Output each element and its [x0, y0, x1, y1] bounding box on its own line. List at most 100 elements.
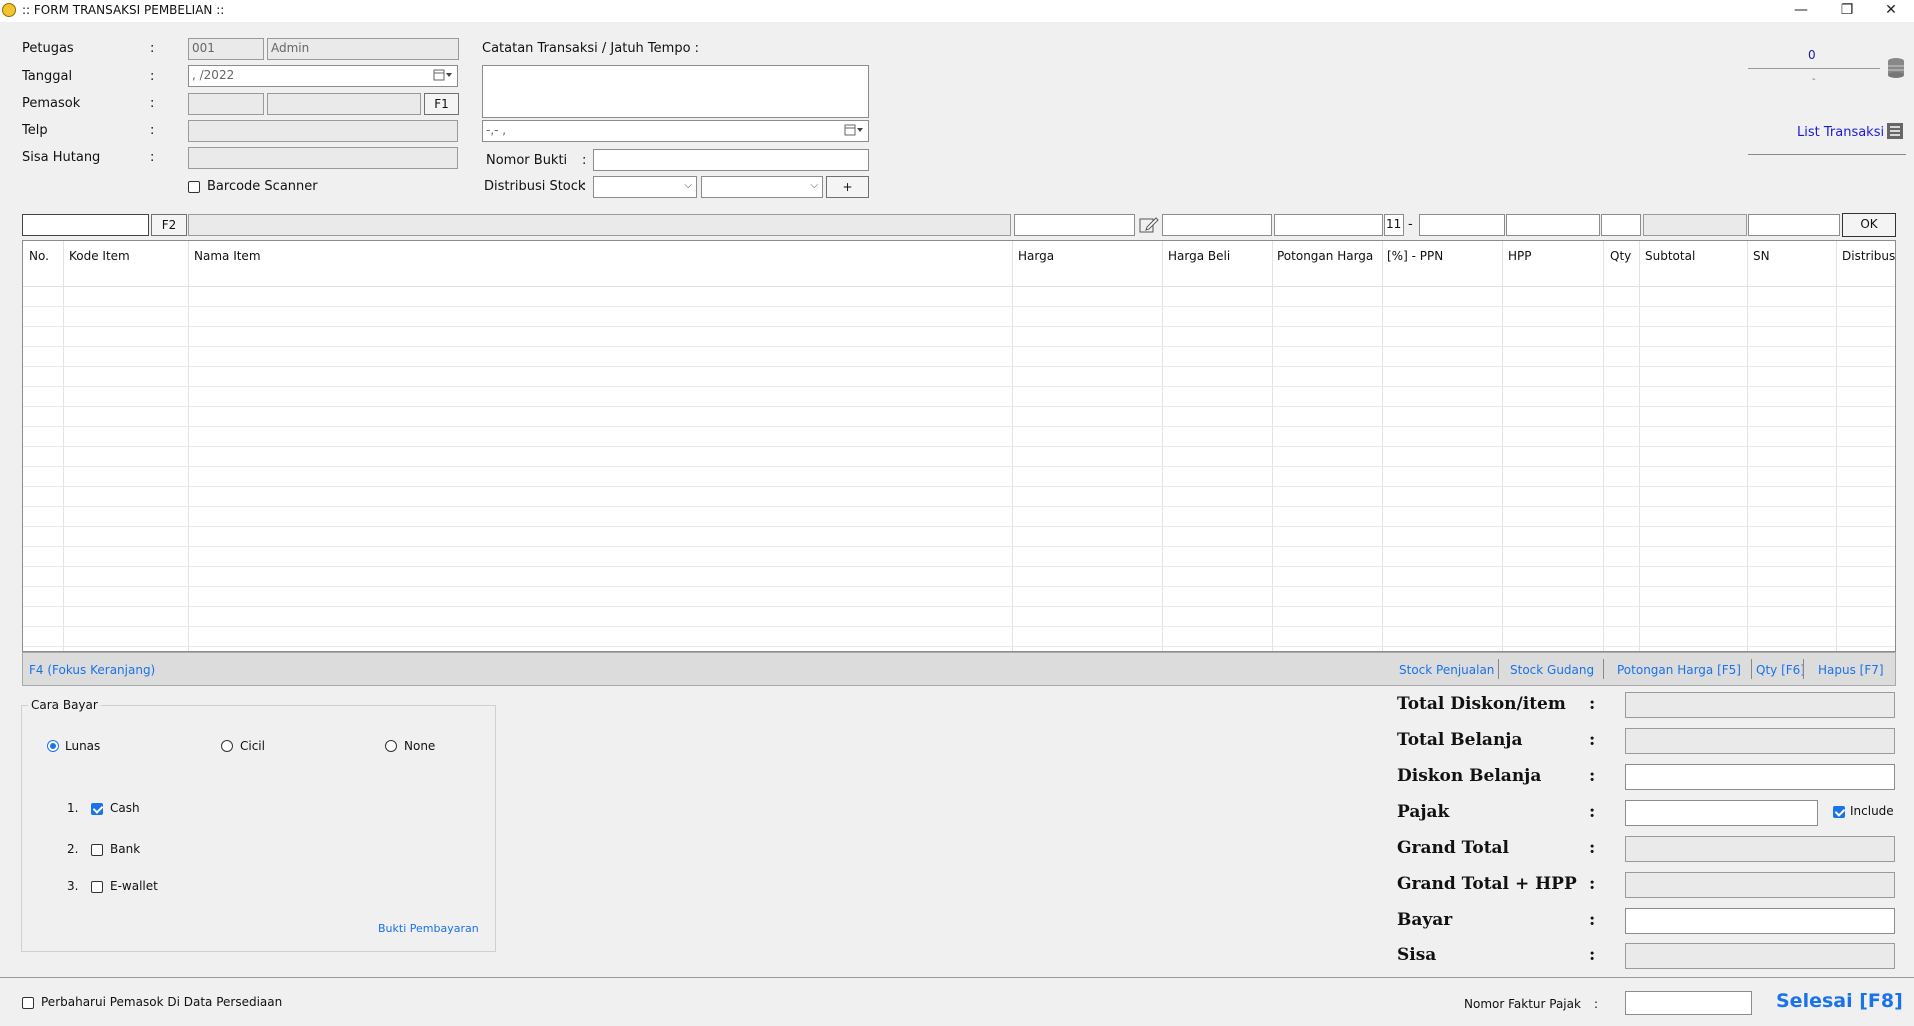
bukti-pembayaran-link[interactable]: Bukti Pembayaran: [378, 922, 479, 935]
restore-button[interactable]: ❐: [1824, 0, 1870, 22]
column-header[interactable]: Harga: [1018, 249, 1054, 263]
cara-bayar-label: Cara Bayar: [28, 698, 101, 712]
divider: [1498, 659, 1499, 679]
none-radio[interactable]: [385, 740, 397, 752]
harga-beli-input[interactable]: [1162, 214, 1272, 236]
faktur-pajak-input[interactable]: [1625, 991, 1752, 1015]
column-header[interactable]: Kode Item: [69, 249, 130, 263]
sisa-label: Sisa: [1397, 945, 1437, 965]
chevron-down-icon: ⌵: [684, 180, 692, 191]
calendar-dropdown-icon[interactable]: [433, 68, 453, 85]
petugas-label: Petugas: [22, 41, 74, 56]
distribusi-select-1[interactable]: ⌵: [593, 176, 697, 198]
ppn-input[interactable]: 11: [1384, 214, 1404, 236]
lunas-radio[interactable]: [47, 740, 59, 752]
barcode-scanner-checkbox[interactable]: [188, 181, 200, 193]
stock-penjualan-link[interactable]: Stock Penjualan: [1399, 663, 1494, 677]
barcode-scanner-label: Barcode Scanner: [207, 179, 318, 194]
grid-line: [23, 506, 1895, 507]
ppn-amount-input[interactable]: [1419, 214, 1505, 236]
close-button[interactable]: ✕: [1868, 0, 1914, 22]
ok-button[interactable]: OK: [1842, 213, 1896, 237]
colon: :: [1589, 874, 1596, 894]
include-label: Include: [1850, 804, 1894, 818]
petugas-name-field: Admin: [267, 38, 459, 60]
column-header[interactable]: Qty: [1610, 249, 1631, 263]
sn-input[interactable]: [1748, 214, 1840, 236]
ewallet-label: E-wallet: [110, 879, 158, 893]
pajak-input[interactable]: [1625, 800, 1818, 826]
catatan-textarea[interactable]: [482, 65, 869, 118]
jatuh-tempo-value: -,- ,: [486, 123, 507, 137]
potongan-input[interactable]: [1274, 214, 1383, 236]
cicil-radio[interactable]: [221, 740, 233, 752]
hpp-input[interactable]: [1506, 214, 1600, 236]
list-icon[interactable]: [1886, 122, 1904, 144]
pemasok-code-field[interactable]: [188, 93, 264, 115]
jatuh-tempo-date-picker[interactable]: -,- ,: [482, 120, 869, 142]
grid-line: [23, 566, 1895, 567]
grid-line: [23, 646, 1895, 647]
items-grid[interactable]: No. Kode Item Nama Item Harga Harga Beli…: [22, 240, 1896, 652]
colon: :: [150, 69, 155, 84]
selesai-button[interactable]: Selesai [F8]: [1776, 990, 1903, 1012]
ewallet-checkbox[interactable]: [91, 881, 103, 893]
kode-item-input[interactable]: [22, 214, 149, 236]
colon: :: [1589, 945, 1596, 965]
column-header[interactable]: Distribus: [1842, 249, 1895, 263]
column-header[interactable]: No.: [29, 249, 49, 263]
total-diskon-label: Total Diskon/item: [1397, 694, 1566, 714]
stock-gudang-link[interactable]: Stock Gudang: [1510, 663, 1594, 677]
grid-line: [23, 306, 1895, 307]
pemasok-label: Pemasok: [22, 96, 81, 111]
minimize-button[interactable]: —: [1778, 0, 1824, 22]
divider: [1751, 659, 1752, 679]
list-transaksi-link[interactable]: List Transaksi: [1797, 125, 1884, 140]
item-lookup-button[interactable]: F2: [151, 214, 187, 236]
include-checkbox[interactable]: [1833, 806, 1845, 818]
column-header[interactable]: [%] - PPN: [1387, 249, 1443, 263]
cash-checkbox[interactable]: [91, 803, 103, 815]
pemasok-lookup-button[interactable]: F1: [424, 93, 459, 115]
diskon-belanja-input[interactable]: [1625, 764, 1895, 790]
calendar-dropdown-icon[interactable]: [844, 123, 864, 140]
grid-footer: F4 (Fokus Keranjang) Stock Penjualan Sto…: [22, 652, 1896, 686]
cicil-label: Cicil: [240, 739, 265, 753]
potongan-harga-link[interactable]: Potongan Harga [F5]: [1617, 663, 1741, 677]
column-header[interactable]: HPP: [1508, 249, 1532, 263]
bayar-input[interactable]: [1625, 908, 1895, 934]
column-header[interactable]: Nama Item: [194, 249, 261, 263]
qty-link[interactable]: Qty [F6]: [1756, 663, 1805, 677]
pemasok-name-field[interactable]: [267, 93, 421, 115]
distribusi-add-button[interactable]: +: [826, 176, 869, 198]
method-number: 3.: [67, 879, 79, 893]
grid-line: [23, 406, 1895, 407]
coins-icon[interactable]: [1886, 56, 1906, 84]
grand-total-hpp-field: [1625, 872, 1895, 898]
qty-input[interactable]: [1601, 214, 1641, 236]
perbaharui-pemasok-checkbox[interactable]: [22, 997, 34, 1009]
grid-line: [23, 546, 1895, 547]
hapus-link[interactable]: Hapus [F7]: [1818, 663, 1884, 677]
column-header[interactable]: Subtotal: [1645, 249, 1695, 263]
grid-line: [23, 446, 1895, 447]
harga-input[interactable]: [1014, 214, 1135, 236]
summary-amount: 0: [1808, 48, 1816, 62]
colon: :: [150, 41, 155, 56]
grid-line: [23, 586, 1895, 587]
column-header[interactable]: Harga Beli: [1168, 249, 1230, 263]
bank-checkbox[interactable]: [91, 844, 103, 856]
tanggal-date-picker[interactable]: , /2022: [188, 65, 458, 87]
edit-icon[interactable]: [1139, 216, 1159, 238]
focus-keranjang-link[interactable]: F4 (Fokus Keranjang): [29, 663, 155, 677]
colon: :: [1594, 997, 1599, 1011]
method-number: 2.: [67, 842, 79, 856]
nomor-bukti-input[interactable]: [593, 149, 869, 171]
footer-divider: [0, 977, 1914, 978]
column-header[interactable]: SN: [1753, 249, 1770, 263]
distribusi-select-2[interactable]: ⌵: [701, 176, 823, 198]
grand-total-hpp-label: Grand Total + HPP: [1397, 874, 1577, 894]
perbaharui-pemasok-label: Perbaharui Pemasok Di Data Persediaan: [41, 995, 283, 1009]
divider: [1748, 68, 1880, 69]
column-header[interactable]: Potongan Harga: [1277, 249, 1373, 263]
